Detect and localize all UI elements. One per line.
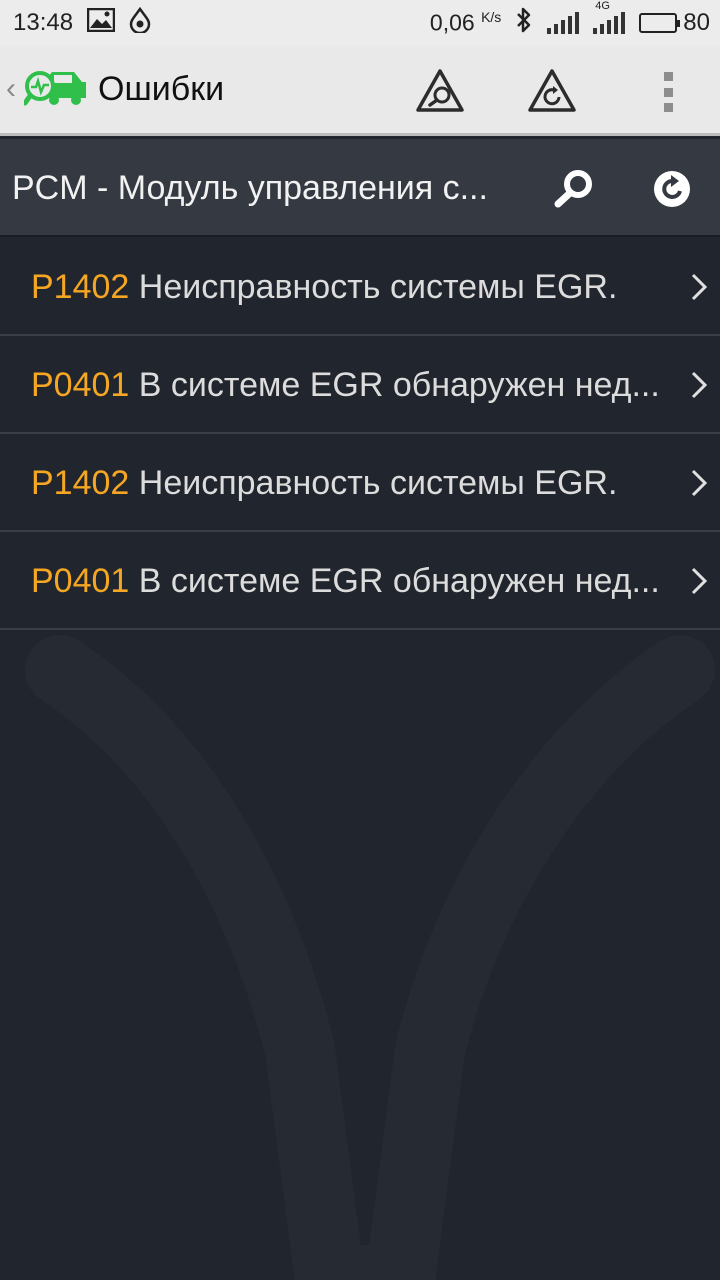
error-text: P1402 Неисправность системы EGR. [31,464,681,503]
toolbar-title: Ошибки [98,70,225,108]
error-text: P0401 В системе EGR обнаружен нед... [31,366,681,405]
error-code: P1402 [31,268,130,306]
error-row[interactable]: P1402 Неисправность системы EGR. [0,238,720,336]
chevron-right-icon [691,469,708,497]
chevron-right-icon [691,273,708,301]
signal-strength-icon [547,12,580,34]
network-speed-unit: K/s [481,9,502,26]
error-description: В системе EGR обнаружен нед... [138,562,660,600]
error-code: P0401 [31,562,130,600]
scan-warning-icon[interactable] [415,68,465,114]
battery-icon [639,13,681,33]
network-speed-value: 0,06 [429,9,475,36]
error-list: P1402 Неисправность системы EGR. P0401 В… [0,238,720,630]
error-row[interactable]: P0401 В системе EGR обнаружен нед... [0,532,720,630]
gallery-notification-icon [86,7,116,39]
status-time: 13:48 [13,9,74,36]
error-description: Неисправность системы EGR. [138,464,618,502]
chevron-right-icon [691,567,708,595]
status-bar: 13:48 0,06 K/s 4G 80 [0,0,720,46]
error-code: P0401 [31,366,130,404]
water-drop-icon [129,6,151,40]
app-toolbar: ‹ Ошибки [0,46,720,136]
battery-percent: 80 [683,9,710,36]
error-text: P0401 В системе EGR обнаружен нед... [31,562,681,601]
overflow-menu-icon[interactable] [662,72,674,112]
network-type-label: 4G [595,0,610,12]
search-icon[interactable] [552,167,596,211]
back-chevron-icon[interactable]: ‹ [6,72,16,106]
module-title: PCM - Модуль управления с... [12,169,488,207]
signal-4g-icon: 4G [593,0,626,34]
module-header: PCM - Модуль управления с... [0,139,720,237]
error-row[interactable]: P1402 Неисправность системы EGR. [0,434,720,532]
error-text: P1402 Неисправность системы EGR. [31,268,681,307]
network-speed: 0,06 K/s [430,9,501,37]
error-description: В системе EGR обнаружен нед... [138,366,660,404]
refresh-warning-icon[interactable] [527,68,577,114]
app-logo-icon[interactable] [22,68,90,110]
refresh-icon[interactable] [650,167,694,211]
error-description: Неисправность системы EGR. [138,268,618,306]
screen: 13:48 0,06 K/s 4G 80 ‹ Ошибки PCM - Моду… [0,0,720,1280]
bluetooth-icon [515,7,533,40]
background-watermark [25,635,715,1280]
error-row[interactable]: P0401 В системе EGR обнаружен нед... [0,336,720,434]
error-code: P1402 [31,464,130,502]
chevron-right-icon [691,371,708,399]
battery-indicator: 80 [639,9,710,37]
